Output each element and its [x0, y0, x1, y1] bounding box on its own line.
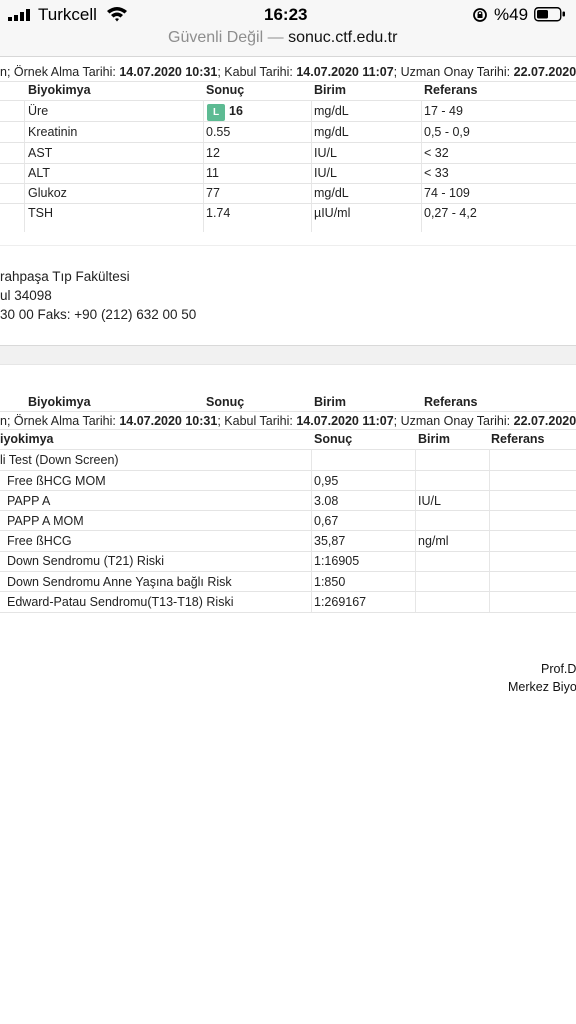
- test-reference: < 32: [424, 146, 449, 160]
- meta-prefix: n;: [0, 414, 11, 428]
- approve-date-label: ; Uzman Onay Tarihi:: [393, 414, 511, 428]
- col-header-test: Biyokimya: [28, 395, 91, 409]
- url-host: sonuc.ctf.edu.tr: [288, 29, 398, 46]
- test-unit: mg/dL: [314, 186, 349, 200]
- col-header-test: Biyokimya: [28, 83, 91, 97]
- accept-date-value: 14.07.2020 11:07: [296, 65, 394, 79]
- address-bar[interactable]: Güvenli Değil — sonuc.ctf.edu.tr: [0, 28, 576, 57]
- test-result: 1:269167: [314, 595, 367, 609]
- signal-icon: [8, 9, 30, 21]
- accept-date-value: 14.07.2020 11:07: [296, 414, 394, 428]
- report-1-meta: n; Örnek Alma Tarihi: 14.07.2020 10:31; …: [0, 65, 576, 79]
- test-name: Üre: [28, 104, 49, 118]
- col-header-reference: Referans: [424, 395, 478, 409]
- test-result: 77: [206, 186, 220, 200]
- approve-date-label: ; Uzman Onay Tarihi:: [393, 65, 511, 79]
- test-result: 0,67: [314, 514, 339, 528]
- test-reference: 17 - 49: [424, 104, 463, 118]
- test-reference: 74 - 109: [424, 186, 470, 200]
- test-unit: mg/dL: [314, 104, 349, 118]
- signature-title: Merkez Biyo: [508, 680, 576, 694]
- col-header-result: Sonuç: [206, 395, 245, 409]
- test-result: 35,87: [314, 534, 346, 548]
- report-2-meta: n; Örnek Alma Tarihi: 14.07.2020 10:31; …: [0, 414, 576, 428]
- clock: 16:23: [264, 5, 308, 24]
- test-name: Edward-Patau Sendromu(T13-T18) Riski: [7, 595, 234, 609]
- group-title: li Test (Down Screen): [0, 453, 119, 467]
- test-name: PAPP A MOM: [7, 514, 84, 528]
- signature-name: Prof.D: [541, 662, 576, 676]
- test-unit: IU/L: [314, 146, 337, 160]
- col-header-unit: Birim: [314, 395, 346, 409]
- sample-date-value: 14.07.2020 10:31: [119, 65, 218, 79]
- sample-date-label: Örnek Alma Tarihi:: [13, 414, 116, 428]
- url-separator: —: [267, 29, 284, 46]
- col-header-test: iyokimya: [0, 432, 54, 446]
- approve-date-value: 22.07.2020: [513, 414, 576, 428]
- test-reference: 0,27 - 4,2: [424, 206, 477, 220]
- test-result: 12: [206, 146, 220, 160]
- test-unit: IU/L: [418, 494, 441, 508]
- test-name: Glukoz: [28, 186, 67, 200]
- col-header-unit: Birim: [418, 432, 450, 446]
- test-reference: < 33: [424, 166, 449, 180]
- test-name: Free ßHCG: [7, 534, 72, 548]
- test-result: 1.74: [206, 206, 231, 220]
- low-flag-badge: L: [207, 104, 225, 121]
- test-name: Down Sendromu (T21) Riski: [7, 554, 164, 568]
- test-result: 3.08: [314, 494, 339, 508]
- col-header-result: Sonuç: [314, 432, 353, 446]
- wifi-icon: [107, 7, 127, 22]
- test-name: Free ßHCG MOM: [7, 474, 106, 488]
- page-divider: [0, 345, 576, 365]
- test-result: 1:16905: [314, 554, 360, 568]
- test-result: 1:850: [314, 575, 346, 589]
- sample-date-value: 14.07.2020 10:31: [119, 414, 218, 428]
- test-result: 0.55: [206, 125, 231, 139]
- test-name: AST: [28, 146, 53, 160]
- security-warning: Güvenli Değil: [168, 29, 264, 46]
- battery-percent: %49: [494, 5, 529, 24]
- test-result: 11: [206, 166, 219, 180]
- accept-date-label: ; Kabul Tarihi:: [217, 414, 293, 428]
- accept-date-label: ; Kabul Tarihi:: [217, 65, 293, 79]
- col-header-reference: Referans: [491, 432, 545, 446]
- test-unit: mg/dL: [314, 125, 349, 139]
- test-unit: ng/ml: [418, 534, 449, 548]
- test-unit: IU/L: [314, 166, 337, 180]
- test-result: 0,95: [314, 474, 339, 488]
- address-line-3: 30 00 Faks: +90 (212) 632 00 50: [0, 307, 197, 322]
- col-header-reference: Referans: [424, 83, 478, 97]
- test-name: ALT: [28, 166, 50, 180]
- address-line-1: rahpaşa Tıp Fakültesi: [0, 269, 130, 284]
- battery-icon: [534, 7, 565, 22]
- col-header-unit: Birim: [314, 83, 346, 97]
- test-name: Kreatinin: [28, 125, 78, 139]
- test-name: PAPP A: [7, 494, 51, 508]
- status-bar: Turkcell 16:23 %49: [0, 0, 576, 28]
- test-name: Down Sendromu Anne Yaşına bağlı Risk: [7, 575, 232, 589]
- orientation-lock-icon: [473, 8, 487, 22]
- carrier-name: Turkcell: [38, 5, 97, 24]
- meta-prefix: n;: [0, 65, 11, 79]
- approve-date-value: 22.07.2020: [513, 65, 576, 79]
- test-unit: µIU/ml: [314, 206, 351, 220]
- address-line-2: ul 34098: [0, 288, 52, 303]
- sample-date-label: Örnek Alma Tarihi:: [13, 65, 116, 79]
- test-name: TSH: [28, 206, 53, 220]
- url-text[interactable]: Güvenli Değil — sonuc.ctf.edu.tr: [168, 29, 397, 47]
- test-reference: 0,5 - 0,9: [424, 125, 470, 139]
- col-header-result: Sonuç: [206, 83, 245, 97]
- test-result: 16: [229, 104, 243, 118]
